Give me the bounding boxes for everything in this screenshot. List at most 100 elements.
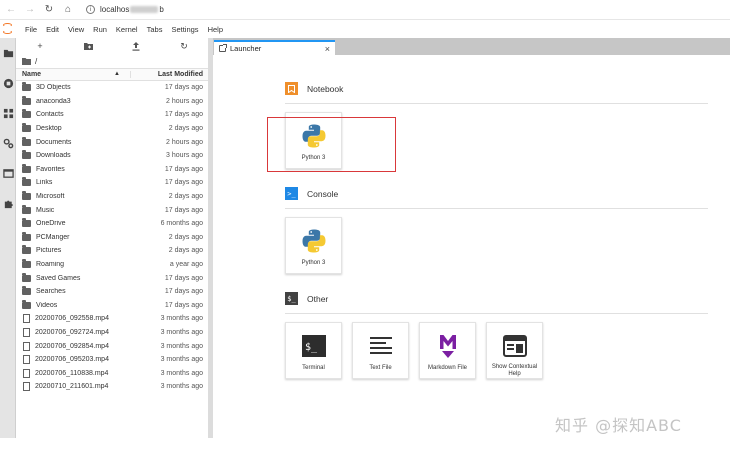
breadcrumb-path[interactable]: / xyxy=(35,57,37,66)
file-modified: 17 days ago xyxy=(164,301,203,309)
upload-button[interactable] xyxy=(112,41,160,51)
folder-icon[interactable] xyxy=(0,38,16,68)
file-list-file-row[interactable]: 20200710_211601.mp4 3 months ago xyxy=(16,380,208,394)
file-list-folder-row[interactable]: Roaming a year ago xyxy=(16,258,208,272)
file-list-folder-row[interactable]: Contacts 17 days ago xyxy=(16,108,208,122)
back-arrow-icon[interactable]: ← xyxy=(3,2,19,18)
card-label: Python 3 xyxy=(301,260,326,266)
file-list-folder-row[interactable]: Documents 2 hours ago xyxy=(16,135,208,149)
file-modified: a year ago xyxy=(169,261,203,269)
notebook-bookmark-icon xyxy=(285,82,298,95)
file-name: Videos xyxy=(36,301,58,309)
file-list-file-row[interactable]: 20200706_092724.mp4 3 months ago xyxy=(16,326,208,340)
refresh-icon: ↻ xyxy=(180,40,188,51)
file-icon xyxy=(23,327,30,337)
close-icon[interactable]: × xyxy=(325,44,330,54)
contextual-help-card[interactable]: Show Contextual Help xyxy=(486,322,543,379)
terminal-icon: $_ xyxy=(300,332,328,360)
file-modified: 3 months ago xyxy=(160,342,203,350)
new-folder-button[interactable] xyxy=(64,42,112,50)
extensions-icon[interactable] xyxy=(0,188,16,218)
file-name: Roaming xyxy=(36,261,65,269)
folder-icon xyxy=(22,218,31,228)
text-file-card[interactable]: Text File xyxy=(352,322,409,379)
folder-icon xyxy=(22,245,31,255)
address-bar[interactable]: i localhos b xyxy=(86,5,164,14)
folder-icon xyxy=(22,259,31,269)
refresh-button[interactable]: ↻ xyxy=(160,41,208,52)
file-list-folder-row[interactable]: Videos 17 days ago xyxy=(16,299,208,313)
menu-help[interactable]: Help xyxy=(208,25,223,34)
file-modified: 17 days ago xyxy=(164,274,203,282)
file-list-folder-row[interactable]: Favorites 17 days ago xyxy=(16,163,208,177)
menu-tabs[interactable]: Tabs xyxy=(147,25,163,34)
redacted-url-blur xyxy=(130,6,159,13)
file-name: Music xyxy=(36,206,55,214)
file-modified: 3 months ago xyxy=(160,369,203,377)
file-list-file-row[interactable]: 20200706_095203.mp4 3 months ago xyxy=(16,353,208,367)
file-list-folder-row[interactable]: Microsoft 2 days ago xyxy=(16,190,208,204)
tab-bar: Launcher × xyxy=(213,38,730,55)
menu-bar: File Edit View Run Kernel Tabs Settings … xyxy=(0,20,730,38)
file-name: Documents xyxy=(36,138,72,146)
tab-launcher[interactable]: Launcher × xyxy=(214,40,335,55)
menu-file[interactable]: File xyxy=(25,25,37,34)
folder-icon xyxy=(22,95,31,105)
file-list-folder-row[interactable]: anaconda3 2 hours ago xyxy=(16,95,208,109)
running-kernels-icon[interactable] xyxy=(0,68,16,98)
file-name: anaconda3 xyxy=(36,97,71,105)
sort-caret-up-icon: ▲ xyxy=(114,71,120,77)
menu-edit[interactable]: Edit xyxy=(46,25,59,34)
breadcrumb: / xyxy=(16,54,208,68)
file-list-folder-row[interactable]: Searches 17 days ago xyxy=(16,285,208,299)
menu-settings[interactable]: Settings xyxy=(171,25,198,34)
file-list-folder-row[interactable]: Music 17 days ago xyxy=(16,203,208,217)
menu-view[interactable]: View xyxy=(68,25,84,34)
info-icon[interactable]: i xyxy=(86,5,95,14)
home-icon[interactable]: ⌂ xyxy=(60,2,76,18)
new-launcher-plus-icon[interactable]: + xyxy=(16,41,64,51)
section-divider xyxy=(285,313,708,314)
folder-icon xyxy=(22,82,31,92)
property-inspector-icon[interactable] xyxy=(0,128,16,158)
folder-icon xyxy=(22,204,31,214)
file-list-folder-row[interactable]: Links 17 days ago xyxy=(16,176,208,190)
folder-icon xyxy=(22,299,31,309)
file-list-folder-row[interactable]: Saved Games 17 days ago xyxy=(16,271,208,285)
file-modified: 2 days ago xyxy=(168,193,203,201)
tabs-icon[interactable] xyxy=(0,158,16,188)
file-list-file-row[interactable]: 20200706_092558.mp4 3 months ago xyxy=(16,312,208,326)
command-palette-icon[interactable] xyxy=(0,98,16,128)
terminal-card[interactable]: $_ Terminal xyxy=(285,322,342,379)
file-modified: 3 months ago xyxy=(160,328,203,336)
folder-icon[interactable] xyxy=(22,57,31,65)
file-list-folder-row[interactable]: OneDrive 6 months ago xyxy=(16,217,208,231)
last-modified-column-header[interactable]: Last Modified xyxy=(130,71,208,78)
file-list-folder-row[interactable]: PCManger 2 days ago xyxy=(16,231,208,245)
name-column-header[interactable]: Name ▲ xyxy=(16,71,130,78)
folder-icon xyxy=(22,286,31,296)
file-list-folder-row[interactable]: Downloads 3 hours ago xyxy=(16,149,208,163)
console-section-header: >_ Console xyxy=(285,187,338,200)
file-list-folder-row[interactable]: Pictures 2 days ago xyxy=(16,244,208,258)
folder-icon xyxy=(22,150,31,160)
forward-arrow-icon[interactable]: → xyxy=(22,2,38,18)
file-name: 20200710_211601.mp4 xyxy=(35,383,109,391)
file-modified: 17 days ago xyxy=(164,165,203,173)
notebook-section-header: Notebook xyxy=(285,82,343,95)
menu-kernel[interactable]: Kernel xyxy=(116,25,138,34)
markdown-icon xyxy=(434,332,462,360)
file-list-folder-row[interactable]: Desktop 2 days ago xyxy=(16,122,208,136)
file-list-folder-row[interactable]: 3D Objects 17 days ago xyxy=(16,81,208,95)
console-python3-card[interactable]: Python 3 xyxy=(285,217,342,274)
markdown-file-card[interactable]: Markdown File xyxy=(419,322,476,379)
menu-run[interactable]: Run xyxy=(93,25,107,34)
reload-icon[interactable]: ↻ xyxy=(41,2,57,18)
console-prompt-icon: >_ xyxy=(285,187,298,200)
new-folder-icon xyxy=(83,43,93,50)
file-list-file-row[interactable]: 20200706_092854.mp4 3 months ago xyxy=(16,339,208,353)
launcher-panel: Notebook Python 3 >_ Console Python 3 $_… xyxy=(213,55,730,438)
file-list-file-row[interactable]: 20200706_110838.mp4 3 months ago xyxy=(16,366,208,380)
file-name: PCManger xyxy=(36,233,70,241)
console-section-title: Console xyxy=(307,188,339,199)
